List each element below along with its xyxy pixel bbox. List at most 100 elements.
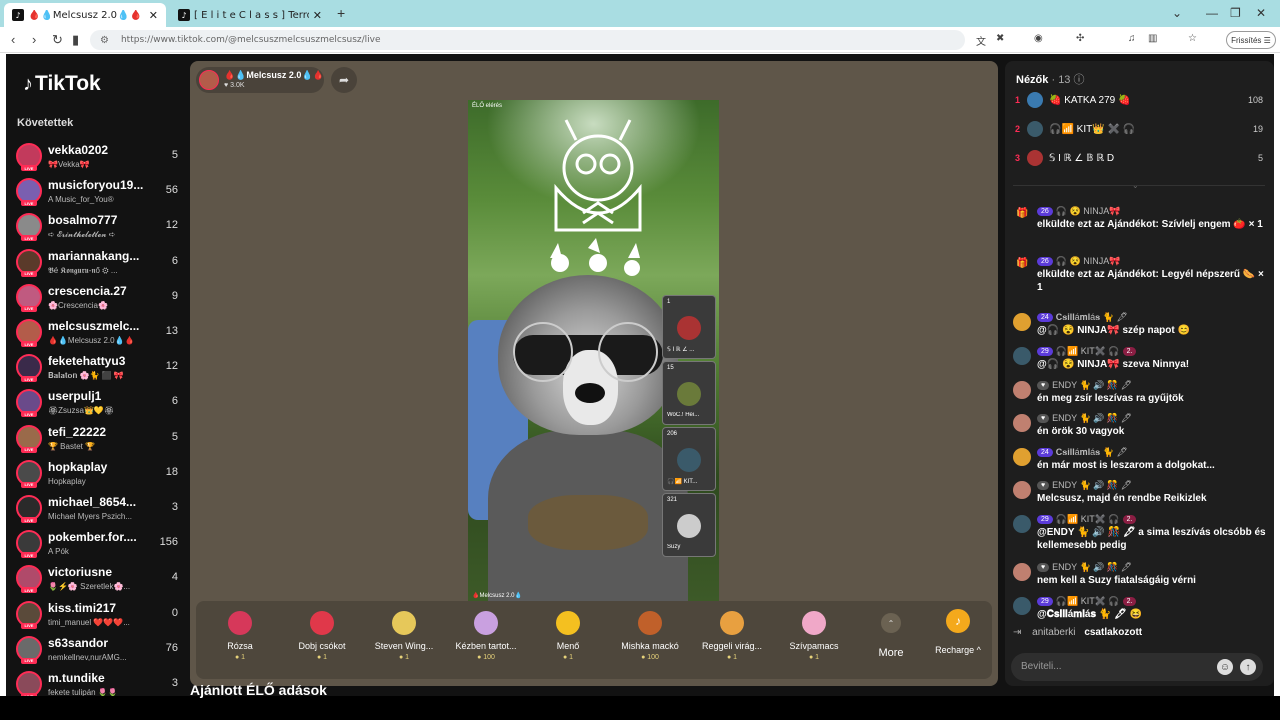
chat-user[interactable]: 24 𝐂𝐬𝐢𝐥𝐥á𝐦𝐥á𝐬 🐈 🖋 bbox=[1037, 312, 1128, 323]
top-viewer-row[interactable]: 3 𝕊 I ℝ ∠ 𝔹 ℝ D 5 bbox=[1015, 149, 1263, 169]
avatar[interactable] bbox=[1013, 563, 1031, 581]
emoji-icon[interactable]: ☺ bbox=[1217, 659, 1233, 675]
gift-item[interactable]: Mishka mackó ● 100 bbox=[610, 605, 690, 675]
extension-icon[interactable]: ✖ bbox=[996, 33, 1004, 44]
tab-active[interactable]: ♪ 🩸💧Melcsusz 2.0💧🩸 (@mel ✕ bbox=[4, 3, 166, 27]
top-viewer-row[interactable]: 1 🍓 KATKA 279 🍓 108 bbox=[1015, 91, 1263, 111]
back-icon[interactable]: ‹ bbox=[11, 32, 15, 47]
bookmark-icon[interactable]: ▮ bbox=[72, 32, 79, 48]
refresh-update-button[interactable]: Frissítés ☰ bbox=[1226, 31, 1276, 49]
extension-icon[interactable]: ◉ bbox=[1034, 33, 1043, 44]
sidebar-item-following[interactable]: LIVE melcsuszmelc... 🩸💧Melcsusz 2.0💧🩸 13 bbox=[16, 317, 184, 351]
extensions-icon[interactable]: ✣ bbox=[1076, 33, 1084, 44]
more-gifts-button[interactable]: ⌃ More bbox=[868, 605, 914, 675]
join-user[interactable]: anitaberki bbox=[1032, 627, 1075, 638]
chat-user[interactable]: 24 𝐂𝐬𝐢𝐥𝐥á𝐦𝐥á𝐬 🐈 🖋 bbox=[1037, 447, 1128, 458]
maximize-icon[interactable]: ❐ bbox=[1230, 6, 1241, 20]
gift-item[interactable]: Dobj csókot ● 1 bbox=[282, 605, 362, 675]
sidebar-item-following[interactable]: LIVE michael_8654... Michael Myers Pszich.… bbox=[16, 493, 184, 527]
sidebar-item-following[interactable]: LIVE pokember.for.... A Pók 156 bbox=[16, 528, 184, 562]
chat-user[interactable]: ♥ ENDY 🐈 🔊 🎊 🖋 bbox=[1037, 380, 1132, 391]
viewers-count: · 13 bbox=[1051, 74, 1071, 86]
chat-username: 🎧📶 KIT✖️ 🎧 bbox=[1055, 514, 1120, 524]
chat-input[interactable]: Beviteli... ☺ ↑ bbox=[1011, 653, 1263, 681]
viewer-count: 6 bbox=[171, 395, 178, 408]
avatar[interactable] bbox=[1013, 515, 1031, 533]
live-badge: LIVE bbox=[21, 517, 37, 523]
gift-label: Menő bbox=[556, 641, 580, 651]
chat-user[interactable]: ♥ ENDY 🐈 🔊 🎊 🖋 bbox=[1037, 562, 1132, 573]
translate-icon[interactable]: 文 bbox=[976, 33, 986, 48]
host-avatar[interactable] bbox=[199, 70, 219, 90]
share-button[interactable]: ➦ bbox=[331, 67, 357, 93]
chat-user[interactable]: 26 🎧 😵 NINJA🎀 bbox=[1037, 206, 1120, 217]
avatar[interactable] bbox=[1013, 313, 1031, 331]
chat-user[interactable]: ♥ ENDY 🐈 🔊 🎊 🖋 bbox=[1037, 480, 1132, 491]
sidebar-item-following[interactable]: LIVE kiss.timi217 timi_manuel ❤️❤️❤️... 0 bbox=[16, 599, 184, 633]
guest-name: 𝕊 I ℝ ∠ ... bbox=[667, 347, 695, 353]
sidebar-item-following[interactable]: LIVE userpulj1 🏵Zsuzsa👑💛🏵 6 bbox=[16, 387, 184, 421]
gift-item[interactable]: Rózsa ● 1 bbox=[200, 605, 280, 675]
close-window-icon[interactable]: ✕ bbox=[1256, 6, 1266, 20]
sidebar-item-following[interactable]: LIVE tefi_22222 🏆 Bastet 🏆 5 bbox=[16, 423, 184, 457]
sidebar-item-following[interactable]: LIVE hopkaplay Hopkaplay 18 bbox=[16, 458, 184, 492]
host-info[interactable]: 🩸💧Melcsusz 2.0💧🩸 ♥ 3.0K bbox=[196, 67, 324, 93]
info-icon[interactable]: ⓘ bbox=[1074, 74, 1085, 86]
chat-user[interactable]: 29 🎧📶 KIT✖️ 🎧 2. bbox=[1037, 514, 1137, 525]
chat-user[interactable]: ♥ ENDY 🐈 🔊 🎊 🖋 bbox=[1037, 413, 1132, 424]
avatar[interactable] bbox=[1013, 381, 1031, 399]
guest-tile[interactable]: 15 WoC.! Hei... bbox=[662, 361, 716, 425]
sidebar-item-following[interactable]: LIVE crescencia.27 🌸Crescencia🌸 9 bbox=[16, 282, 184, 316]
send-icon[interactable]: ↑ bbox=[1240, 659, 1256, 675]
tab-inactive[interactable]: ♪ [ E l i t e C l a s s ] TerrorMo ✕ bbox=[170, 3, 330, 27]
chevron-down-icon[interactable]: ⌄ bbox=[1132, 181, 1139, 190]
chat-user[interactable]: 29 🎧📶 KIT✖️ 🎧 2. bbox=[1037, 346, 1137, 357]
viewer-count: 12 bbox=[165, 360, 178, 373]
viewers-title[interactable]: Nézők · 13 ⓘ bbox=[1016, 71, 1085, 87]
avatar[interactable] bbox=[1013, 414, 1031, 432]
recharge-button[interactable]: ♪ Recharge ^ bbox=[926, 605, 990, 675]
guest-tile[interactable]: 321 Suzy bbox=[662, 493, 716, 557]
reload-icon[interactable]: ↻ bbox=[52, 32, 63, 48]
gift-item[interactable]: Reggeli virág... ● 1 bbox=[692, 605, 772, 675]
tab-title: 🩸💧Melcsusz 2.0💧🩸 (@mel bbox=[28, 9, 145, 21]
forward-icon[interactable]: › bbox=[32, 32, 36, 47]
guest-tile[interactable]: 1 𝕊 I ℝ ∠ ... bbox=[662, 295, 716, 359]
sidebar-item-following[interactable]: LIVE feketehattyu3 𝐁𝐚𝐥𝐚𝐭𝐨𝐧 🌸🐈 ⬛ 🎀 12 bbox=[16, 352, 184, 386]
gift-icon bbox=[310, 611, 334, 635]
gift-item[interactable]: Kézben tartot... ● 100 bbox=[446, 605, 526, 675]
sidebar-item-following[interactable]: LIVE mariannakang... 𝕭é 𝕶𝖔𝖓𝖌𝖚𝖗𝖚-𝖓ő ⚙ ... 6 bbox=[16, 247, 184, 281]
chat-user[interactable]: 26 🎧 😵 NINJA🎀 bbox=[1037, 256, 1120, 267]
url-text: https://www.tiktok.com/@melcsuszmelcsusz… bbox=[120, 35, 381, 45]
sidebar-item-following[interactable]: LIVE bosalmo777 ➪ 𝓔𝓻𝓲𝓷𝓽𝓱𝓮𝓵𝓮𝓽𝓵𝓮𝓷 ➪ 12 bbox=[16, 211, 184, 245]
top-viewer-row[interactable]: 2 🎧📶 KIT👑 ✖️ 🎧 19 bbox=[1015, 120, 1263, 140]
favorites-icon[interactable]: ☆ bbox=[1188, 33, 1197, 44]
minimize-icon[interactable]: — bbox=[1206, 6, 1218, 20]
avatar[interactable] bbox=[1013, 597, 1031, 615]
gift-item[interactable]: Szívpamacs ● 1 bbox=[774, 605, 854, 675]
gift-item[interactable]: Menő ● 1 bbox=[528, 605, 608, 675]
gift-item[interactable]: Steven Wing... ● 1 bbox=[364, 605, 444, 675]
tiktok-live-page: ♪ TikTok Követettek LIVE vekka0202 🎀Vekka🎀… bbox=[6, 54, 1274, 698]
close-tab-icon[interactable]: ✕ bbox=[313, 9, 322, 22]
site-info-icon[interactable]: ⚙ bbox=[100, 35, 109, 46]
url-field[interactable]: ⚙ https://www.tiktok.com/@melcsuszmelcsu… bbox=[90, 30, 965, 50]
chat-user[interactable]: 29 🎧📶 KIT✖️ 🎧 2. bbox=[1037, 596, 1137, 607]
gift-icon bbox=[638, 611, 662, 635]
avatar[interactable] bbox=[1013, 448, 1031, 466]
sidebar-item-following[interactable]: LIVE vekka0202 🎀Vekka🎀 5 bbox=[16, 141, 184, 175]
tiktok-logo[interactable]: ♪ TikTok bbox=[23, 72, 101, 96]
sidebar-item-following[interactable]: LIVE s63sandor nemkellnev,nurAMG... 76 bbox=[16, 634, 184, 668]
sidebar-icon[interactable]: ▥ bbox=[1148, 33, 1157, 44]
media-icon[interactable]: ♫ bbox=[1128, 33, 1136, 44]
following-nickname: 🏵Zsuzsa👑💛🏵 bbox=[48, 406, 115, 416]
avatar[interactable] bbox=[1013, 347, 1031, 365]
tab-list-icon[interactable]: ⌄ bbox=[1172, 6, 1182, 20]
sidebar-item-following[interactable]: LIVE m.tundike fekete tulipán 🌷🌷 3 bbox=[16, 669, 184, 696]
avatar[interactable] bbox=[1013, 481, 1031, 499]
guest-tile[interactable]: 206 🎧📶 KIT... bbox=[662, 427, 716, 491]
new-tab-button[interactable]: + bbox=[337, 5, 345, 21]
sidebar-item-following[interactable]: LIVE victoriusne 🌷⚡🌸 Szeretlek🌸... 4 bbox=[16, 563, 184, 597]
close-tab-icon[interactable]: ✕ bbox=[149, 9, 158, 22]
sidebar-item-following[interactable]: LIVE musicforyou19... A Music_for_You® 56 bbox=[16, 176, 184, 210]
